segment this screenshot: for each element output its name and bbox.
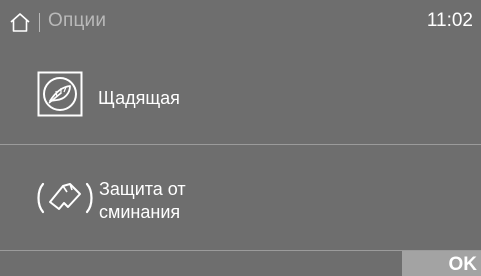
status-divider: [39, 13, 40, 32]
option-label-gentle: Щадящая: [98, 88, 180, 108]
option-label-anti-crease: Защита от сминания: [99, 178, 299, 224]
options-screen: Опции 11:02 Щадящая Защита от сминания O…: [0, 0, 481, 276]
ok-button[interactable]: OK: [402, 251, 481, 276]
clock-time: 11:02: [426, 10, 473, 31]
option-anti-crease[interactable]: Защита от сминания: [0, 145, 481, 250]
anti-crease-icon: [35, 178, 95, 218]
gentle-feather-icon: [37, 71, 83, 117]
option-label-line1: Защита от: [99, 179, 186, 199]
option-label-line2: сминания: [99, 202, 181, 222]
option-gentle[interactable]: Щадящая: [0, 42, 481, 144]
status-bar: Опции 11:02: [0, 0, 481, 42]
page-title: Опции: [48, 10, 107, 31]
home-icon[interactable]: [9, 12, 31, 32]
